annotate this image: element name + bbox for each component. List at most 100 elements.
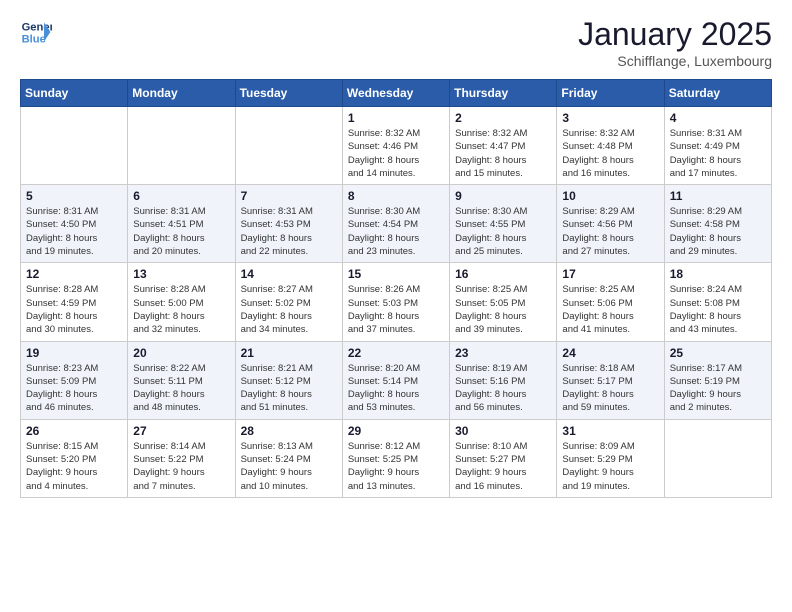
calendar-cell: 19Sunrise: 8:23 AM Sunset: 5:09 PM Dayli… xyxy=(21,341,128,419)
header: General Blue January 2025 Schifflange, L… xyxy=(20,16,772,69)
day-info: Sunrise: 8:25 AM Sunset: 5:05 PM Dayligh… xyxy=(455,283,551,336)
svg-text:Blue: Blue xyxy=(22,33,46,45)
day-info: Sunrise: 8:31 AM Sunset: 4:50 PM Dayligh… xyxy=(26,205,122,258)
day-number: 30 xyxy=(455,424,551,438)
day-header-thursday: Thursday xyxy=(450,80,557,107)
day-info: Sunrise: 8:30 AM Sunset: 4:54 PM Dayligh… xyxy=(348,205,444,258)
calendar-cell: 18 Sunrise: 8:24 AM Sunset: 5:08 PM Dayli… xyxy=(664,263,771,341)
calendar-week-row: 5Sunrise: 8:31 AM Sunset: 4:50 PM Daylig… xyxy=(21,185,772,263)
calendar-cell: 12Sunrise: 8:28 AM Sunset: 4:59 PM Dayli… xyxy=(21,263,128,341)
calendar-cell xyxy=(235,107,342,185)
day-info: Sunrise: 8:28 AM Sunset: 5:00 PM Dayligh… xyxy=(133,283,229,336)
calendar-cell: 30 Sunrise: 8:10 AM Sunset: 5:27 PM Dayli… xyxy=(450,419,557,497)
day-number: 26 xyxy=(26,424,122,438)
calendar-cell: 13 Sunrise: 8:28 AM Sunset: 5:00 PM Dayli… xyxy=(128,263,235,341)
day-number: 25 xyxy=(670,346,766,360)
calendar-cell: 16 Sunrise: 8:25 AM Sunset: 5:05 PM Dayli… xyxy=(450,263,557,341)
day-info: Sunrise: 8:24 AM Sunset: 5:08 PM Dayligh… xyxy=(670,283,766,336)
day-number: 1 xyxy=(348,111,444,125)
day-info: Sunrise: 8:27 AM Sunset: 5:02 PM Dayligh… xyxy=(241,283,337,336)
day-info: Sunrise: 8:22 AM Sunset: 5:11 PM Dayligh… xyxy=(133,362,229,415)
calendar-cell: 31 Sunrise: 8:09 AM Sunset: 5:29 PM Dayli… xyxy=(557,419,664,497)
calendar-cell: 7Sunrise: 8:31 AM Sunset: 4:53 PM Daylig… xyxy=(235,185,342,263)
calendar-cell: 21 Sunrise: 8:21 AM Sunset: 5:12 PM Dayli… xyxy=(235,341,342,419)
day-number: 16 xyxy=(455,267,551,281)
calendar-week-row: 1 Sunrise: 8:32 AM Sunset: 4:46 PM Daylig… xyxy=(21,107,772,185)
days-of-week-row: SundayMondayTuesdayWednesdayThursdayFrid… xyxy=(21,80,772,107)
calendar-cell: 11 Sunrise: 8:29 AM Sunset: 4:58 PM Dayli… xyxy=(664,185,771,263)
day-number: 31 xyxy=(562,424,658,438)
calendar-cell: 10 Sunrise: 8:29 AM Sunset: 4:56 PM Dayli… xyxy=(557,185,664,263)
day-number: 11 xyxy=(670,189,766,203)
day-info: Sunrise: 8:10 AM Sunset: 5:27 PM Dayligh… xyxy=(455,440,551,493)
day-number: 20 xyxy=(133,346,229,360)
calendar-cell: 8 Sunrise: 8:30 AM Sunset: 4:54 PM Daylig… xyxy=(342,185,449,263)
day-info: Sunrise: 8:28 AM Sunset: 4:59 PM Dayligh… xyxy=(26,283,122,336)
calendar-cell: 26 Sunrise: 8:15 AM Sunset: 5:20 PM Dayli… xyxy=(21,419,128,497)
title-area: January 2025 Schifflange, Luxembourg xyxy=(578,16,772,69)
day-number: 3 xyxy=(562,111,658,125)
calendar-cell: 1 Sunrise: 8:32 AM Sunset: 4:46 PM Daylig… xyxy=(342,107,449,185)
day-info: Sunrise: 8:32 AM Sunset: 4:47 PM Dayligh… xyxy=(455,127,551,180)
day-info: Sunrise: 8:20 AM Sunset: 5:14 PM Dayligh… xyxy=(348,362,444,415)
day-info: Sunrise: 8:23 AM Sunset: 5:09 PM Dayligh… xyxy=(26,362,122,415)
calendar-cell: 29 Sunrise: 8:12 AM Sunset: 5:25 PM Dayli… xyxy=(342,419,449,497)
calendar-cell: 14Sunrise: 8:27 AM Sunset: 5:02 PM Dayli… xyxy=(235,263,342,341)
day-header-wednesday: Wednesday xyxy=(342,80,449,107)
day-number: 23 xyxy=(455,346,551,360)
day-info: Sunrise: 8:17 AM Sunset: 5:19 PM Dayligh… xyxy=(670,362,766,415)
calendar: SundayMondayTuesdayWednesdayThursdayFrid… xyxy=(20,79,772,498)
month-title: January 2025 xyxy=(578,16,772,53)
calendar-cell xyxy=(128,107,235,185)
day-info: Sunrise: 8:26 AM Sunset: 5:03 PM Dayligh… xyxy=(348,283,444,336)
day-info: Sunrise: 8:14 AM Sunset: 5:22 PM Dayligh… xyxy=(133,440,229,493)
day-info: Sunrise: 8:32 AM Sunset: 4:46 PM Dayligh… xyxy=(348,127,444,180)
day-number: 13 xyxy=(133,267,229,281)
calendar-cell: 4Sunrise: 8:31 AM Sunset: 4:49 PM Daylig… xyxy=(664,107,771,185)
day-number: 9 xyxy=(455,189,551,203)
day-number: 6 xyxy=(133,189,229,203)
day-info: Sunrise: 8:09 AM Sunset: 5:29 PM Dayligh… xyxy=(562,440,658,493)
calendar-week-row: 12Sunrise: 8:28 AM Sunset: 4:59 PM Dayli… xyxy=(21,263,772,341)
calendar-cell xyxy=(664,419,771,497)
day-number: 10 xyxy=(562,189,658,203)
day-number: 15 xyxy=(348,267,444,281)
calendar-cell: 23 Sunrise: 8:19 AM Sunset: 5:16 PM Dayli… xyxy=(450,341,557,419)
day-info: Sunrise: 8:13 AM Sunset: 5:24 PM Dayligh… xyxy=(241,440,337,493)
day-number: 29 xyxy=(348,424,444,438)
day-number: 28 xyxy=(241,424,337,438)
day-number: 22 xyxy=(348,346,444,360)
calendar-cell: 27Sunrise: 8:14 AM Sunset: 5:22 PM Dayli… xyxy=(128,419,235,497)
calendar-cell: 20 Sunrise: 8:22 AM Sunset: 5:11 PM Dayli… xyxy=(128,341,235,419)
day-info: Sunrise: 8:18 AM Sunset: 5:17 PM Dayligh… xyxy=(562,362,658,415)
calendar-cell: 24 Sunrise: 8:18 AM Sunset: 5:17 PM Dayli… xyxy=(557,341,664,419)
day-info: Sunrise: 8:30 AM Sunset: 4:55 PM Dayligh… xyxy=(455,205,551,258)
day-info: Sunrise: 8:25 AM Sunset: 5:06 PM Dayligh… xyxy=(562,283,658,336)
calendar-week-row: 26 Sunrise: 8:15 AM Sunset: 5:20 PM Dayli… xyxy=(21,419,772,497)
calendar-cell: 28 Sunrise: 8:13 AM Sunset: 5:24 PM Dayli… xyxy=(235,419,342,497)
calendar-cell: 25 Sunrise: 8:17 AM Sunset: 5:19 PM Dayli… xyxy=(664,341,771,419)
calendar-cell: 9 Sunrise: 8:30 AM Sunset: 4:55 PM Daylig… xyxy=(450,185,557,263)
day-number: 2 xyxy=(455,111,551,125)
day-number: 18 xyxy=(670,267,766,281)
day-number: 24 xyxy=(562,346,658,360)
logo-icon: General Blue xyxy=(20,16,52,48)
calendar-cell xyxy=(21,107,128,185)
calendar-cell: 22 Sunrise: 8:20 AM Sunset: 5:14 PM Dayli… xyxy=(342,341,449,419)
day-header-saturday: Saturday xyxy=(664,80,771,107)
logo: General Blue xyxy=(20,16,52,48)
day-info: Sunrise: 8:32 AM Sunset: 4:48 PM Dayligh… xyxy=(562,127,658,180)
day-info: Sunrise: 8:15 AM Sunset: 5:20 PM Dayligh… xyxy=(26,440,122,493)
day-number: 21 xyxy=(241,346,337,360)
day-info: Sunrise: 8:12 AM Sunset: 5:25 PM Dayligh… xyxy=(348,440,444,493)
day-info: Sunrise: 8:29 AM Sunset: 4:56 PM Dayligh… xyxy=(562,205,658,258)
calendar-cell: 5Sunrise: 8:31 AM Sunset: 4:50 PM Daylig… xyxy=(21,185,128,263)
day-header-tuesday: Tuesday xyxy=(235,80,342,107)
day-info: Sunrise: 8:31 AM Sunset: 4:53 PM Dayligh… xyxy=(241,205,337,258)
calendar-cell: 2 Sunrise: 8:32 AM Sunset: 4:47 PM Daylig… xyxy=(450,107,557,185)
day-number: 8 xyxy=(348,189,444,203)
day-info: Sunrise: 8:21 AM Sunset: 5:12 PM Dayligh… xyxy=(241,362,337,415)
day-info: Sunrise: 8:19 AM Sunset: 5:16 PM Dayligh… xyxy=(455,362,551,415)
day-info: Sunrise: 8:29 AM Sunset: 4:58 PM Dayligh… xyxy=(670,205,766,258)
day-header-monday: Monday xyxy=(128,80,235,107)
